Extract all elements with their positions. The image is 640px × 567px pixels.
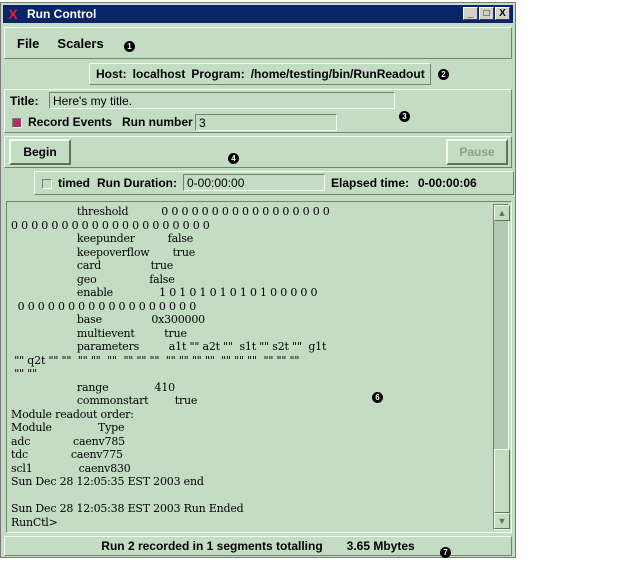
console-text[interactable]: threshold 0 0 0 0 0 0 0 0 0 0 0 0 0 0 0 …: [11, 205, 487, 531]
elapsed-time-value: 0-00:00:06: [418, 176, 477, 190]
menu-bar: File Scalers: [4, 27, 512, 59]
run-number-input[interactable]: 3: [195, 114, 337, 131]
console-output[interactable]: threshold 0 0 0 0 0 0 0 0 0 0 0 0 0 0 0 …: [6, 201, 512, 533]
program-value: /home/testing/bin/RunReadout: [250, 67, 425, 81]
status-text: Run 2 recorded in 1 segments totalling: [101, 539, 323, 553]
run-settings-panel: Title: Here's my title. Record Events Ru…: [4, 89, 512, 133]
callout-marker: 1: [124, 41, 135, 52]
record-events-checkbox[interactable]: [12, 118, 22, 128]
run-duration-label: Run Duration:: [97, 176, 177, 190]
menu-file[interactable]: File: [15, 36, 41, 51]
title-bar[interactable]: X Run Control _ □ X: [3, 5, 513, 23]
tk-app-icon[interactable]: X: [5, 6, 21, 22]
pause-button[interactable]: Pause: [446, 139, 508, 165]
timed-checkbox[interactable]: [42, 179, 52, 189]
callout-marker: 6: [372, 392, 383, 403]
host-program-info: Host: localhost Program: /home/testing/b…: [89, 63, 431, 85]
status-size: 3.65 Mbytes: [346, 539, 415, 553]
run-buttons-row: Begin Pause: [4, 136, 512, 168]
host-value: localhost: [132, 67, 186, 81]
run-number-label: Run number: [122, 115, 193, 129]
close-button[interactable]: X: [495, 7, 510, 20]
minimize-button[interactable]: _: [463, 7, 478, 20]
menu-scalers[interactable]: Scalers: [55, 36, 105, 51]
window-controls: _ □ X: [463, 7, 510, 20]
title-label: Title:: [10, 94, 39, 108]
callout-marker: 2: [438, 69, 449, 80]
program-label: Program:: [191, 67, 245, 81]
host-label: Host:: [96, 67, 127, 81]
window-title: Run Control: [27, 7, 97, 21]
maximize-button[interactable]: □: [479, 7, 494, 20]
scroll-down-arrow-icon[interactable]: ▼: [494, 513, 510, 529]
begin-button[interactable]: Begin: [9, 139, 71, 165]
elapsed-time-label: Elapsed time:: [331, 176, 410, 190]
timed-label: timed: [58, 176, 91, 190]
record-events-label: Record Events: [28, 115, 113, 129]
run-control-window: X Run Control _ □ X File Scalers Host: l…: [0, 2, 516, 558]
callout-marker: 4: [228, 153, 239, 164]
duration-panel: timed Run Duration: 0-00:00:00 Elapsed t…: [34, 171, 514, 195]
run-duration-input[interactable]: 0-00:00:00: [183, 174, 325, 191]
scroll-thumb[interactable]: [494, 449, 510, 513]
scroll-up-arrow-icon[interactable]: ▲: [494, 205, 510, 221]
status-bar: Run 2 recorded in 1 segments totalling 3…: [4, 536, 512, 556]
callout-marker: 7: [440, 547, 451, 558]
callout-marker: 3: [399, 111, 410, 122]
title-input[interactable]: Here's my title.: [49, 92, 395, 109]
console-scrollbar[interactable]: ▲ ▼: [493, 204, 510, 530]
